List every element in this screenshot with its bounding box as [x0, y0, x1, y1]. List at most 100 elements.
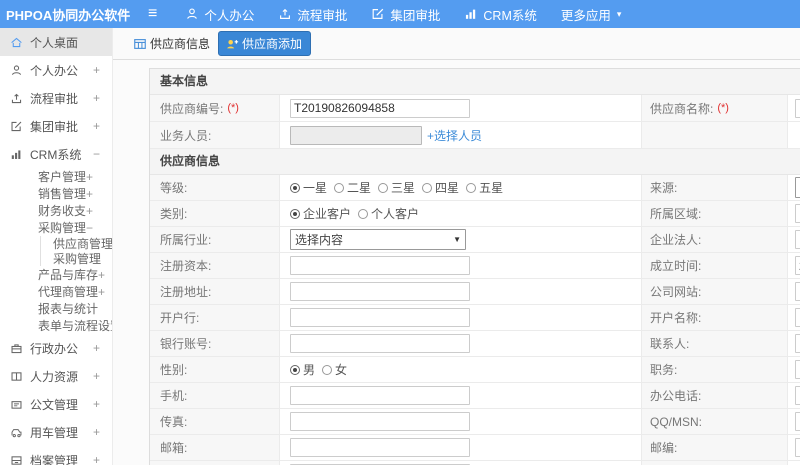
expand-toggle-icon[interactable]: + — [98, 268, 105, 282]
bank-name-input[interactable] — [290, 308, 470, 327]
bank-account-input[interactable] — [290, 334, 470, 353]
form-field-cell — [788, 461, 800, 465]
form-row: 类别: 企业客户 个人客户 所属区域: — [150, 201, 800, 227]
registered-capital-input[interactable] — [290, 256, 470, 275]
topnav-label: 更多应用 — [560, 8, 611, 23]
select-person-link[interactable]: +选择人员 — [427, 127, 482, 144]
expand-toggle-icon[interactable]: + — [86, 187, 93, 201]
office-phone-input[interactable] — [795, 386, 800, 405]
gender-radio-1[interactable]: 女 — [322, 361, 347, 378]
sidebar-item-label: 公文管理 — [30, 397, 79, 412]
sidebar-item-purchasing[interactable]: 采购管理 — [40, 251, 112, 266]
form-label: 供应商名称: — [650, 101, 714, 116]
radio-circle-icon — [422, 182, 433, 193]
sidebar-item-label: CRM系统 — [30, 147, 82, 162]
expand-toggle-icon[interactable]: + — [93, 453, 100, 465]
expand-toggle-icon[interactable]: + — [93, 369, 100, 383]
job-title-input[interactable] — [795, 360, 800, 379]
form-row: 开户行: 开户名称: — [150, 305, 800, 331]
industry-select[interactable]: 选择内容 ▼ — [290, 229, 466, 250]
legal-person-input[interactable] — [795, 230, 800, 249]
sidebar-item-archive-management[interactable]: 档案管理 + — [0, 446, 112, 465]
account-name-input[interactable] — [795, 308, 800, 327]
sidebar-item-human-resources[interactable]: 人力资源 + — [0, 362, 112, 390]
mobile-input[interactable] — [290, 386, 470, 405]
form-row: 手机: 办公电话: — [150, 383, 800, 409]
expand-toggle-icon[interactable]: + — [93, 119, 100, 133]
radio-circle-icon — [466, 182, 477, 193]
sidebar-item-label: 财务收支 — [38, 204, 87, 218]
form-label-cell: 注册地址: — [150, 279, 280, 304]
source-select[interactable]: 选择内容▼ — [795, 177, 800, 198]
contact-person-input[interactable] — [795, 334, 800, 353]
form-label-cell: 性别: — [150, 357, 280, 382]
sidebar-item-agent-management[interactable]: 代理商管理 + — [0, 283, 112, 300]
form-field-cell — [280, 305, 642, 330]
expand-toggle-icon[interactable]: + — [93, 63, 100, 77]
expand-toggle-icon[interactable]: + — [93, 425, 100, 439]
sidebar-item-workflow-approval[interactable]: 流程审批 + — [0, 84, 112, 112]
level-radio-1[interactable]: 二星 — [334, 179, 371, 196]
business-person-input[interactable] — [290, 125, 422, 145]
sidebar-item-admin-office[interactable]: 行政办公 + — [0, 334, 112, 362]
gender-radio-0[interactable]: 男 — [290, 361, 315, 378]
fax-input[interactable] — [290, 412, 470, 431]
expand-toggle-icon[interactable]: + — [93, 397, 100, 411]
qq-msn-input[interactable] — [795, 412, 800, 431]
sidebar-item-reports-statistics[interactable]: 报表与统计 — [0, 300, 112, 317]
form-field-cell — [788, 409, 800, 434]
supplier-code-input[interactable] — [290, 98, 470, 118]
topnav-more-apps[interactable]: 更多应用 ▾ — [549, 0, 634, 28]
sidebar-item-label: 代理商管理 — [38, 285, 99, 299]
sidebar-item-finance-income-expense[interactable]: 财务收支 + — [0, 202, 112, 219]
expand-toggle-icon[interactable]: − — [86, 221, 93, 235]
category-radio-1[interactable]: 个人客户 — [358, 205, 419, 222]
topnav-workflow-approval[interactable]: 流程审批 — [266, 0, 359, 28]
supplier-name-input[interactable] — [795, 98, 800, 118]
sidebar-item-document-management[interactable]: 公文管理 + — [0, 390, 112, 418]
expand-toggle-icon[interactable]: + — [86, 170, 93, 184]
email-input[interactable] — [290, 438, 470, 457]
topnav-crm-system[interactable]: CRM系统 — [452, 0, 548, 28]
sidebar-item-customer-management[interactable]: 客户管理 + — [0, 168, 112, 185]
topnav-personal-office[interactable]: 个人办公 — [173, 0, 266, 28]
sidebar-item-purchase-management[interactable]: 采购管理 − — [0, 219, 112, 236]
sidebar-item-product-inventory[interactable]: 产品与库存 + — [0, 266, 112, 283]
level-radio-3[interactable]: 四星 — [422, 179, 459, 196]
level-radio-4[interactable]: 五星 — [466, 179, 503, 196]
form-field-cell — [280, 409, 642, 434]
radio-circle-icon — [290, 182, 300, 193]
sidebar-item-crm-system[interactable]: CRM系统 − — [0, 140, 112, 168]
sidebar-item-vehicle-management[interactable]: 用车管理 + — [0, 418, 112, 446]
expand-toggle-icon[interactable]: − — [93, 147, 100, 161]
zip-code-input[interactable] — [795, 438, 800, 457]
form-label-cell: 类别: — [150, 201, 280, 226]
form-row: 业务人员: +选择人员 — [150, 122, 800, 149]
radio-circle-icon — [290, 208, 300, 219]
select-value: 选择内容 — [295, 233, 344, 247]
sidebar-item-label: 产品与库存 — [38, 268, 99, 282]
topnav-group-approval[interactable]: 集团审批 — [359, 0, 452, 28]
tab-supplier-info[interactable]: 供应商信息 — [133, 35, 210, 52]
sidebar-item-group-approval[interactable]: 集团审批 + — [0, 112, 112, 140]
level-radio-0[interactable]: 一星 — [290, 179, 327, 196]
expand-toggle-icon[interactable]: + — [98, 285, 105, 299]
company-website-input[interactable] — [795, 282, 800, 301]
sidebar-item-supplier-management[interactable]: 供应商管理 — [40, 236, 112, 251]
region-input[interactable] — [795, 204, 800, 223]
menu-toggle-icon[interactable]: ≡ — [148, 0, 157, 28]
expand-toggle-icon[interactable]: + — [86, 204, 93, 218]
form-section: 供应商信息等级:一星二星三星四星五星来源:选择内容▼类别:企业客户个人客户所属区… — [150, 149, 800, 465]
sidebar-item-sales-management[interactable]: 销售管理 + — [0, 185, 112, 202]
category-radio-0[interactable]: 企业客户 — [290, 205, 351, 222]
founded-date-input[interactable] — [795, 256, 800, 275]
tab-supplier-add[interactable]: 供应商添加 — [218, 31, 312, 56]
sidebar-item-form-flow-settings[interactable]: 表单与流程设置+ — [0, 317, 112, 334]
registered-address-input[interactable] — [290, 282, 470, 301]
form-field-cell — [788, 122, 800, 148]
sidebar-item-personal-office[interactable]: 个人办公 + — [0, 56, 112, 84]
level-radio-2[interactable]: 三星 — [378, 179, 415, 196]
sidebar-item-personal-desktop[interactable]: 个人桌面 — [0, 28, 112, 56]
expand-toggle-icon[interactable]: + — [93, 91, 100, 105]
expand-toggle-icon[interactable]: + — [93, 341, 100, 355]
